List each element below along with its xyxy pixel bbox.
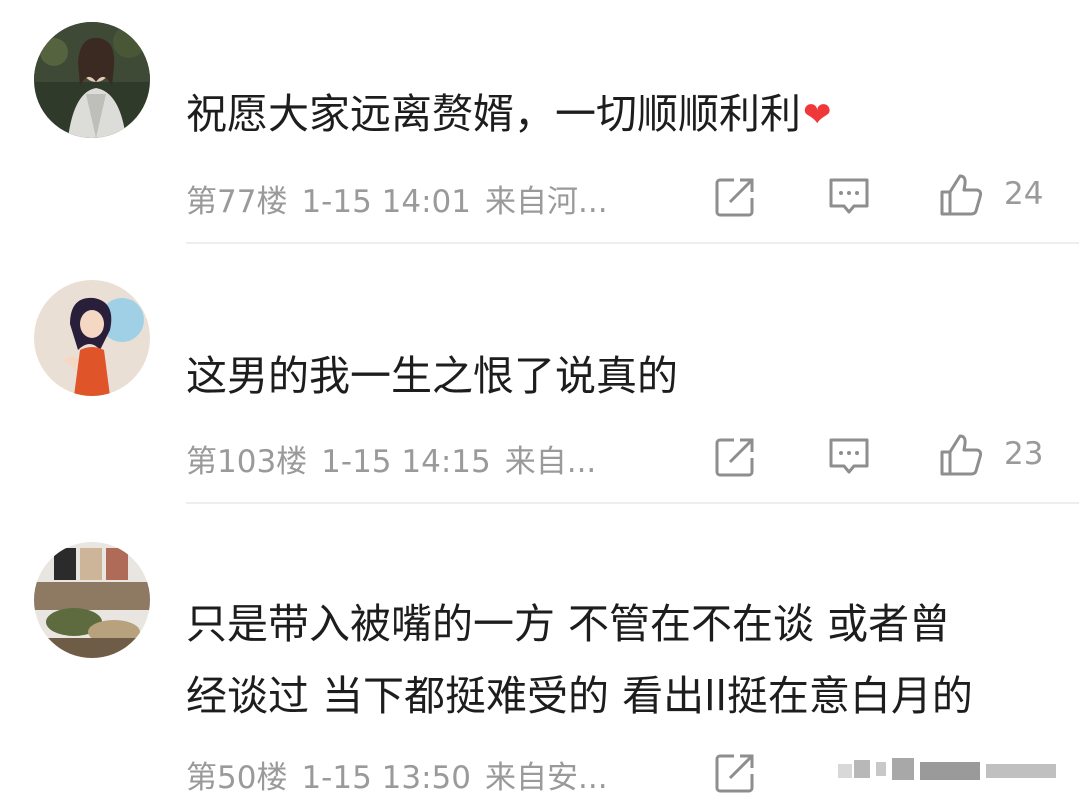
watermark: [836, 748, 1066, 788]
comment-meta: 第50楼 1-15 13:50 来自安...: [186, 752, 622, 797]
timestamp: 1-15 13:50: [301, 760, 471, 796]
avatar[interactable]: [34, 280, 150, 396]
timestamp: 1-15 14:01: [301, 184, 471, 220]
share-icon[interactable]: [712, 750, 758, 796]
source-location: 来自...: [504, 444, 597, 480]
avatar[interactable]: [34, 22, 150, 138]
comment-item: 这男的我一生之恨了说真的 第103楼 1-15 14:15 来自... 23: [0, 244, 1079, 506]
comment-text-line: 只是带入被嘴的一方 不管在不在谈 或者曾: [186, 600, 951, 648]
floor-number: 第77楼: [186, 184, 288, 220]
source-location: 来自安...: [485, 760, 608, 796]
like-count: 23: [1004, 436, 1044, 472]
comment-text: 这男的我一生之恨了说真的: [186, 352, 678, 400]
timestamp: 1-15 14:15: [321, 444, 491, 480]
comment-meta: 第77楼 1-15 14:01 来自河...: [186, 176, 622, 221]
comment-text-content: 祝愿大家远离赘婿，一切顺顺利利: [186, 90, 801, 138]
like-icon[interactable]: [938, 432, 984, 478]
comment-text-line: 经谈过 当下都挺难受的 看出ll挺在意白月的: [186, 672, 973, 720]
source-location: 来自河...: [485, 184, 608, 220]
heart-emoji: ❤: [803, 95, 832, 135]
divider: [186, 502, 1079, 504]
like-icon[interactable]: [938, 172, 984, 218]
reply-icon[interactable]: [826, 174, 872, 220]
comment-item: 祝愿大家远离赘婿，一切顺顺利利❤ 第77楼 1-15 14:01 来自河... 24: [0, 0, 1079, 244]
avatar[interactable]: [34, 542, 150, 658]
comment-text: 只是带入被嘴的一方 不管在不在谈 或者曾 经谈过 当下都挺难受的 看出ll挺在意…: [186, 588, 1066, 732]
share-icon[interactable]: [712, 174, 758, 220]
floor-number: 第50楼: [186, 760, 288, 796]
like-count: 24: [1004, 176, 1044, 212]
floor-number: 第103楼: [186, 444, 308, 480]
share-icon[interactable]: [712, 434, 758, 480]
reply-icon[interactable]: [826, 434, 872, 480]
comment-meta: 第103楼 1-15 14:15 来自...: [186, 436, 610, 481]
comment-text: 祝愿大家远离赘婿，一切顺顺利利❤: [186, 78, 1066, 151]
